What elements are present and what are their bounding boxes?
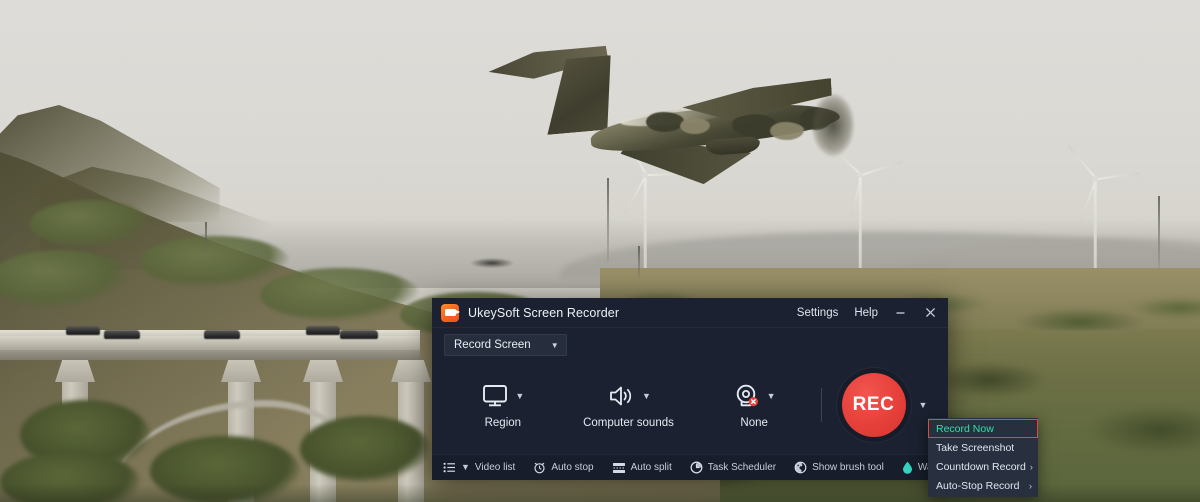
split-icon — [612, 462, 626, 474]
computer-sounds-option[interactable]: ▼ Computer sounds — [568, 381, 688, 429]
clock-icon — [690, 461, 703, 474]
mode-toolbar-row: Record Screen ▼ — [432, 328, 948, 362]
record-options-chevron-down-icon[interactable]: ▼ — [919, 400, 928, 410]
foreground-bush — [300, 416, 430, 482]
auto-stop-record-menu-item[interactable]: Auto-Stop Record › — [928, 476, 1038, 495]
record-context-menu: Record Now Take Screenshot Countdown Rec… — [928, 418, 1038, 497]
record-button-ring: REC — [836, 368, 911, 442]
screen-recorder-window: UkeySoft Screen Recorder Settings Help R… — [432, 298, 948, 480]
video-camera-icon — [441, 303, 460, 322]
webcam-option[interactable]: ▼ None — [694, 381, 814, 429]
webcam-disabled-icon — [736, 384, 758, 406]
record-button[interactable]: REC — [841, 373, 906, 437]
car-on-bridge — [340, 330, 378, 339]
close-button[interactable] — [922, 305, 938, 321]
car-on-bridge — [306, 326, 340, 335]
take-screenshot-menu-item[interactable]: Take Screenshot — [928, 438, 1038, 457]
minimize-icon — [896, 312, 904, 314]
auto-split-label: Auto split — [630, 462, 672, 473]
region-option[interactable]: ▼ Region — [443, 381, 563, 429]
submenu-arrow-icon: › — [1029, 480, 1032, 491]
record-mode-select[interactable]: Record Screen ▼ — [444, 334, 567, 356]
hillside-scrub — [140, 236, 290, 288]
camouflage-patch — [770, 122, 804, 140]
countdown-record-label: Countdown Record — [936, 460, 1026, 473]
auto-stop-label: Auto stop — [551, 462, 594, 473]
task-scheduler-label: Task Scheduler — [707, 462, 777, 473]
bridge-underside — [0, 350, 420, 360]
bottom-toolbar: ▼ Video list Auto stop Auto split Task S… — [432, 454, 948, 480]
monitor-icon — [483, 385, 508, 407]
speaker-icon — [610, 386, 632, 406]
chevron-down-icon[interactable]: ▼ — [767, 391, 776, 401]
main-controls-row: ▼ Region ▼ Computer sounds ▼ None REC ▼ — [432, 362, 948, 454]
auto-stop-button[interactable]: Auto stop — [533, 461, 594, 474]
record-mode-value: Record Screen — [454, 339, 531, 351]
close-icon — [925, 307, 935, 318]
show-brush-tool-button[interactable]: Show brush tool — [794, 461, 884, 474]
hillside-tree-trunk — [205, 222, 207, 256]
hillside-scrub — [30, 200, 150, 248]
take-screenshot-label: Take Screenshot — [936, 441, 1015, 454]
show-brush-tool-label: Show brush tool — [812, 462, 884, 473]
military-transport-aircraft — [470, 46, 870, 206]
computer-sounds-option-label: Computer sounds — [583, 417, 674, 429]
auto-stop-record-label: Auto-Stop Record — [936, 479, 1020, 492]
car-on-bridge — [204, 330, 240, 339]
record-button-label: REC — [852, 394, 895, 415]
chevron-down-icon[interactable]: ▼ — [515, 391, 524, 401]
propeller-disc — [812, 94, 854, 156]
hillside-tree-trunk — [638, 246, 640, 278]
video-list-label: Video list — [474, 462, 516, 473]
region-icon-group: ▼ — [481, 381, 524, 411]
capture-options-group: ▼ Region ▼ Computer sounds ▼ None — [432, 381, 821, 429]
countdown-record-menu-item[interactable]: Countdown Record › — [928, 457, 1038, 476]
antenna-mast — [1158, 196, 1160, 268]
speaker-icon-group: ▼ — [606, 381, 651, 411]
turbine-hub — [1092, 176, 1098, 182]
region-option-label: Region — [484, 417, 522, 429]
car-on-bridge — [66, 326, 100, 335]
minimize-button[interactable] — [892, 305, 908, 321]
settings-link[interactable]: Settings — [797, 307, 839, 319]
video-list-button[interactable]: ▼ Video list — [443, 462, 515, 473]
landing-gear-pod — [705, 136, 761, 156]
record-now-label: Record Now — [936, 422, 994, 435]
webcam-option-label: None — [740, 417, 768, 429]
window-titlebar[interactable]: UkeySoft Screen Recorder Settings Help — [432, 298, 948, 328]
video-list-chevron-down-icon[interactable]: ▼ — [461, 463, 470, 472]
list-icon — [443, 462, 456, 473]
window-title: UkeySoft Screen Recorder — [468, 305, 620, 320]
brush-icon — [794, 461, 807, 474]
water-drop-icon — [902, 461, 913, 474]
help-link[interactable]: Help — [854, 307, 878, 319]
antenna-mast — [607, 178, 609, 262]
webcam-icon-group: ▼ — [733, 381, 776, 411]
car-on-bridge — [104, 330, 140, 339]
task-scheduler-button[interactable]: Task Scheduler — [690, 461, 776, 474]
chevron-down-icon[interactable]: ▼ — [642, 391, 651, 401]
submenu-arrow-icon: › — [1029, 461, 1033, 472]
record-now-menu-item[interactable]: Record Now — [928, 419, 1038, 438]
screenshot-root: UkeySoft Screen Recorder Settings Help R… — [0, 0, 1200, 502]
chevron-down-icon: ▼ — [550, 340, 559, 350]
auto-split-button[interactable]: Auto split — [612, 462, 672, 474]
flying-bird — [470, 258, 514, 268]
hillside-scrub — [260, 268, 420, 322]
alarm-clock-icon — [533, 461, 546, 474]
